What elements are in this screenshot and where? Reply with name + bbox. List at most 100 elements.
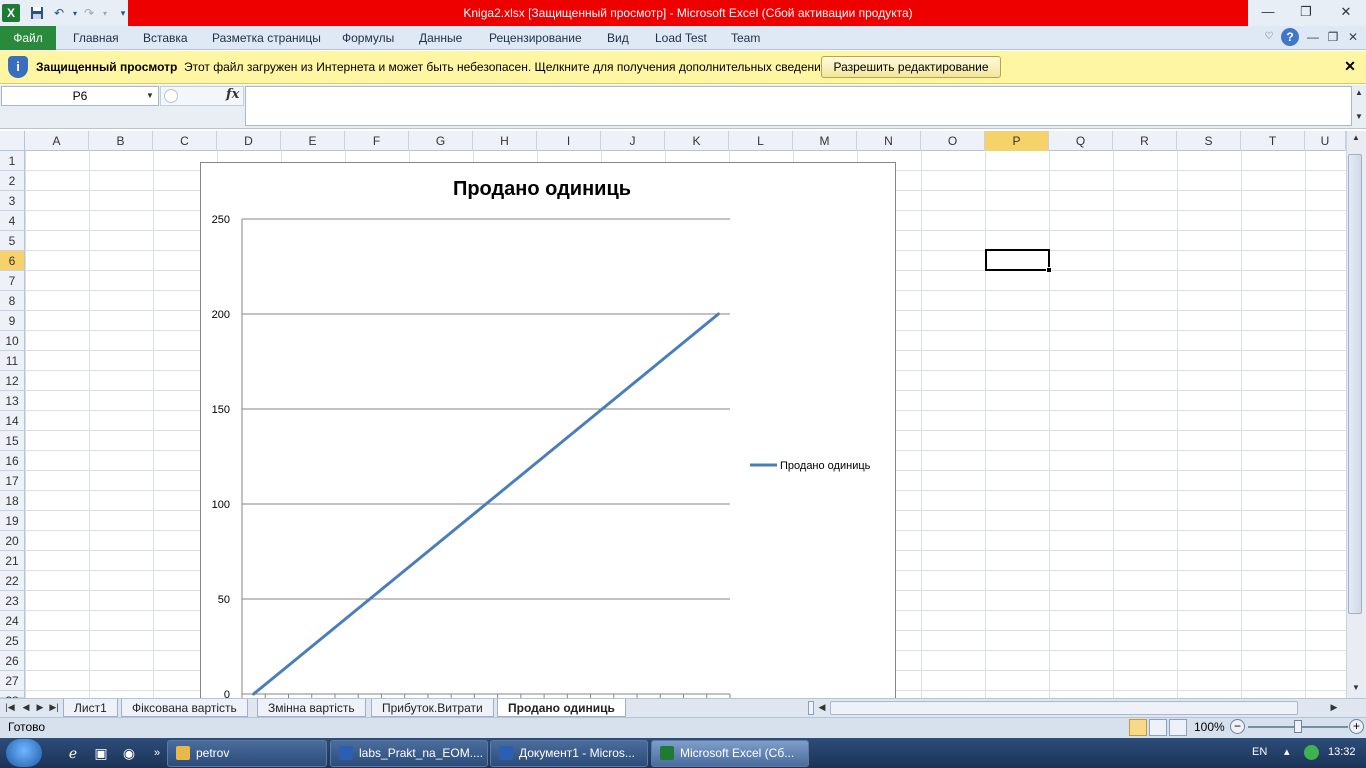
row-header-17[interactable]: 17	[0, 471, 25, 491]
row-header-22[interactable]: 22	[0, 571, 25, 591]
workbook-restore-icon[interactable]: ❐	[1325, 29, 1341, 45]
select-all-button[interactable]	[0, 131, 25, 151]
column-header-e[interactable]: E	[281, 131, 345, 151]
redo-dropdown-icon[interactable]: ▾	[96, 4, 114, 22]
horizontal-scrollbar[interactable]	[830, 701, 1298, 715]
row-header-1[interactable]: 1	[0, 151, 25, 171]
collapse-formula-bar-icon[interactable]: ▼	[1354, 112, 1364, 124]
row-header-13[interactable]: 13	[0, 391, 25, 411]
row-header-2[interactable]: 2	[0, 171, 25, 191]
fill-handle[interactable]	[1046, 267, 1052, 273]
row-header-9[interactable]: 9	[0, 311, 25, 331]
tab-page-layout[interactable]: Разметка страницы	[212, 26, 321, 50]
row-header-26[interactable]: 26	[0, 651, 25, 671]
normal-view-icon[interactable]	[1129, 719, 1147, 736]
tab-review[interactable]: Рецензирование	[489, 26, 582, 50]
ie-icon[interactable]: ℯ	[62, 743, 84, 763]
row-header-7[interactable]: 7	[0, 271, 25, 291]
column-header-c[interactable]: C	[153, 131, 217, 151]
first-sheet-icon[interactable]: |◀	[4, 700, 16, 714]
chart[interactable]: Продано одиниць 0 50 100 150 200 250 Продано од…	[200, 162, 896, 702]
workbook-close-icon[interactable]: ✕	[1345, 29, 1361, 45]
media-icon[interactable]: ▣	[90, 743, 112, 763]
column-header-b[interactable]: B	[89, 131, 153, 151]
row-header-24[interactable]: 24	[0, 611, 25, 631]
tab-file[interactable]: Файл	[0, 26, 56, 50]
column-header-k[interactable]: K	[665, 131, 729, 151]
tab-formulas[interactable]: Формулы	[342, 26, 394, 50]
selected-cell[interactable]	[985, 249, 1050, 271]
column-header-s[interactable]: S	[1177, 131, 1241, 151]
formula-input[interactable]	[245, 86, 1352, 126]
enable-editing-button[interactable]: Разрешить редактирование	[821, 56, 1001, 78]
column-header-h[interactable]: H	[473, 131, 537, 151]
column-header-a[interactable]: A	[25, 131, 89, 151]
tray-app-icon[interactable]	[1304, 745, 1319, 760]
row-header-18[interactable]: 18	[0, 491, 25, 511]
scroll-left-icon[interactable]: ◀	[816, 700, 828, 714]
column-header-g[interactable]: G	[409, 131, 473, 151]
firefox-icon[interactable]: ◉	[118, 743, 140, 763]
taskbar-item-document1[interactable]: Документ1 - Micros...	[490, 740, 648, 767]
column-header-i[interactable]: I	[537, 131, 601, 151]
column-header-r[interactable]: R	[1113, 131, 1177, 151]
excel-app-icon[interactable]: X	[2, 4, 20, 22]
close-protected-bar-icon[interactable]: ✕	[1342, 58, 1358, 74]
expand-formula-bar-icon[interactable]: ▲	[1354, 88, 1364, 100]
row-header-14[interactable]: 14	[0, 411, 25, 431]
save-icon[interactable]	[28, 4, 46, 22]
sheet-tab-variable-cost[interactable]: Змінна вартість	[257, 699, 366, 717]
row-header-23[interactable]: 23	[0, 591, 25, 611]
row-header-5[interactable]: 5	[0, 231, 25, 251]
row-header-11[interactable]: 11	[0, 351, 25, 371]
scroll-right-icon[interactable]: ▶	[1328, 700, 1340, 714]
column-header-o[interactable]: O	[921, 131, 985, 151]
row-header-21[interactable]: 21	[0, 551, 25, 571]
zoom-level[interactable]: 100%	[1194, 720, 1225, 734]
row-header-25[interactable]: 25	[0, 631, 25, 651]
column-header-t[interactable]: T	[1241, 131, 1305, 151]
row-header-16[interactable]: 16	[0, 451, 25, 471]
language-indicator[interactable]: EN	[1252, 746, 1267, 758]
sheet-tab-list1[interactable]: Лист1	[63, 699, 118, 717]
cancel-entry-icon[interactable]	[164, 89, 178, 103]
close-button[interactable]: ✕	[1334, 3, 1358, 21]
tab-load-test[interactable]: Load Test	[655, 26, 707, 50]
tab-view[interactable]: Вид	[607, 26, 629, 50]
zoom-slider-thumb[interactable]	[1294, 720, 1302, 733]
row-header-20[interactable]: 20	[0, 531, 25, 551]
row-header-4[interactable]: 4	[0, 211, 25, 231]
scroll-down-icon[interactable]: ▼	[1350, 683, 1362, 695]
name-box[interactable]: P6	[1, 86, 159, 106]
notification-up-icon[interactable]: ▴	[1284, 745, 1298, 759]
column-header-f[interactable]: F	[345, 131, 409, 151]
tab-team[interactable]: Team	[731, 26, 760, 50]
clock[interactable]: 13:32	[1328, 746, 1356, 758]
taskbar-item-excel[interactable]: Microsoft Excel (Сб...	[651, 740, 809, 767]
row-header-8[interactable]: 8	[0, 291, 25, 311]
tab-home[interactable]: Главная	[73, 26, 119, 50]
column-header-u[interactable]: U	[1305, 131, 1346, 151]
prev-sheet-icon[interactable]: ◀	[20, 700, 32, 714]
minimize-button[interactable]: —	[1256, 3, 1280, 21]
column-header-j[interactable]: J	[601, 131, 665, 151]
column-header-q[interactable]: Q	[1049, 131, 1113, 151]
column-header-n[interactable]: N	[857, 131, 921, 151]
last-sheet-icon[interactable]: ▶|	[48, 700, 60, 714]
column-header-p[interactable]: P	[985, 131, 1049, 151]
row-header-28[interactable]: 28	[0, 691, 25, 708]
tab-split-handle[interactable]	[808, 701, 814, 715]
restore-button[interactable]: ❐	[1294, 3, 1318, 21]
row-header-27[interactable]: 27	[0, 671, 25, 691]
minimize-ribbon-icon[interactable]: ♡	[1261, 29, 1277, 45]
row-header-3[interactable]: 3	[0, 191, 25, 211]
sheet-tab-units-sold[interactable]: Продано одиниць	[497, 699, 626, 717]
name-box-dropdown-icon[interactable]: ▼	[146, 90, 156, 102]
row-header-15[interactable]: 15	[0, 431, 25, 451]
column-header-l[interactable]: L	[729, 131, 793, 151]
start-button[interactable]	[6, 739, 42, 767]
sheet-tab-fixed-cost[interactable]: Фіксована вартість	[121, 699, 248, 717]
row-header-10[interactable]: 10	[0, 331, 25, 351]
page-break-view-icon[interactable]	[1169, 719, 1187, 736]
tab-data[interactable]: Данные	[419, 26, 462, 50]
